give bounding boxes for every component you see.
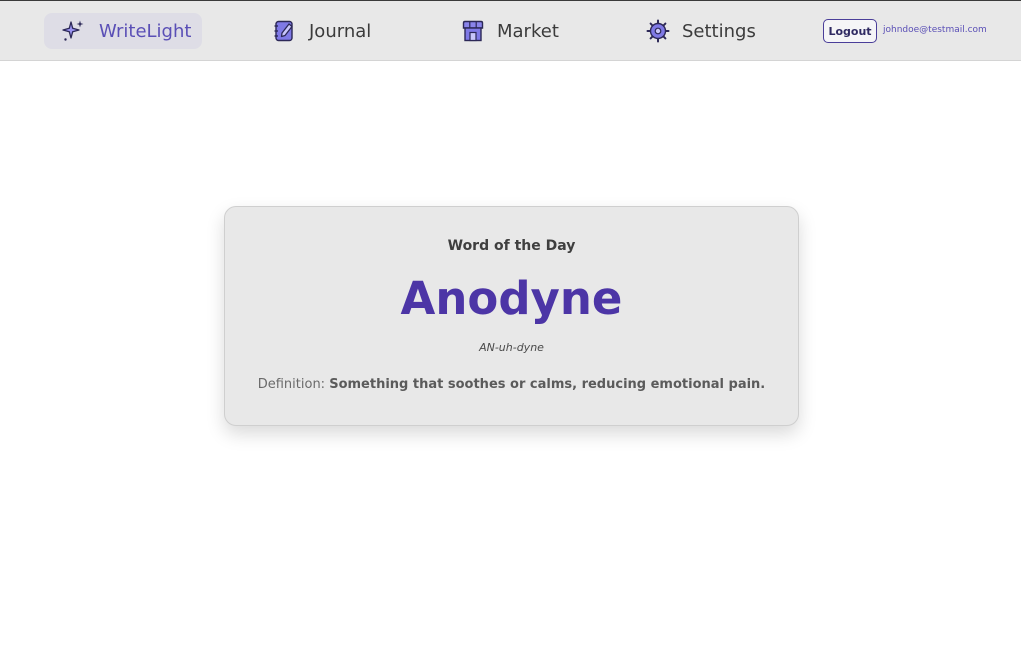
definition: Definition: Something that soothes or ca… bbox=[225, 377, 798, 392]
gear-icon bbox=[646, 19, 670, 43]
definition-label: Definition: bbox=[257, 377, 326, 392]
nav-market-label: Market bbox=[497, 20, 559, 42]
card-heading: Word of the Day bbox=[447, 238, 576, 254]
nav-journal[interactable]: Journal bbox=[273, 13, 371, 49]
nav-writelight[interactable]: WriteLight bbox=[44, 13, 202, 49]
logout-button[interactable]: Logout bbox=[823, 19, 877, 43]
storefront-icon bbox=[461, 19, 485, 43]
user-email: johndoe@testmail.com bbox=[883, 25, 987, 35]
word-title: Anodyne bbox=[400, 272, 623, 325]
nav-journal-label: Journal bbox=[309, 20, 372, 42]
definition-text: Something that soothes or calms, reducin… bbox=[329, 377, 766, 392]
top-navigation-bar: WriteLight Journal Market Settings Logou… bbox=[0, 0, 1021, 61]
notebook-pencil-icon bbox=[273, 19, 297, 43]
nav-writelight-label: WriteLight bbox=[99, 20, 192, 42]
pronunciation: AN-uh-dyne bbox=[479, 341, 544, 354]
nav-settings-label: Settings bbox=[682, 20, 756, 42]
nav-settings[interactable]: Settings bbox=[646, 13, 756, 49]
word-of-the-day-card: Word of the Day Anodyne AN-uh-dyne Defin… bbox=[224, 206, 799, 426]
sparkle-icon bbox=[62, 19, 86, 43]
nav-market[interactable]: Market bbox=[461, 13, 559, 49]
